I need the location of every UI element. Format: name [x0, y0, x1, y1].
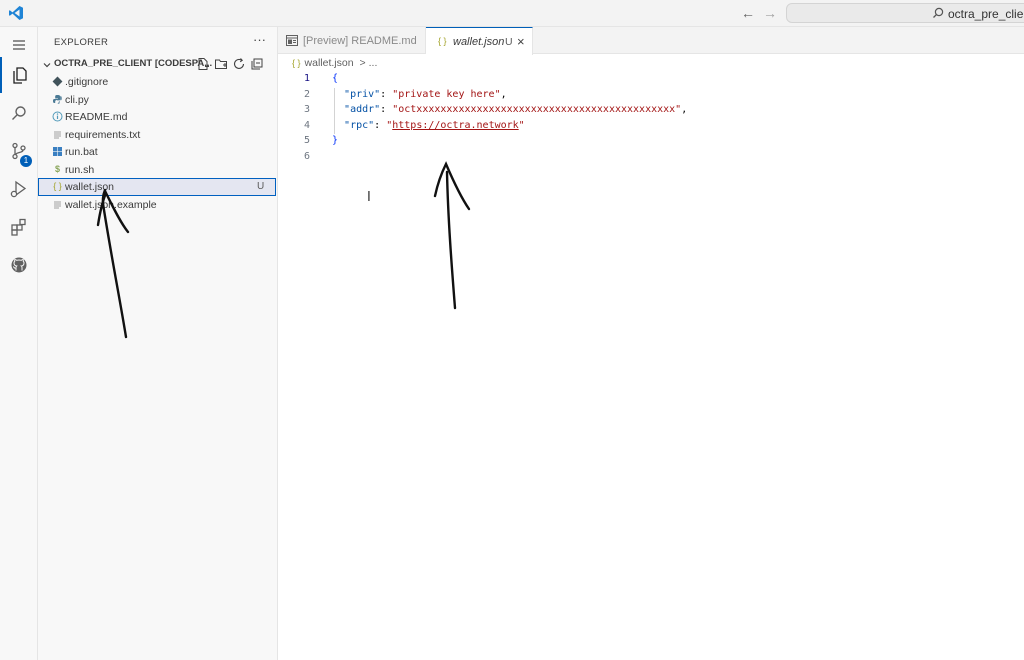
tab-untracked-badge: U	[505, 36, 513, 48]
text-cursor-icon: I	[367, 190, 371, 205]
tree-item-run-bat[interactable]: run.bat	[38, 143, 278, 161]
tree-item-run-sh[interactable]: $ run.sh	[38, 161, 278, 179]
chevron-down-icon[interactable]	[42, 59, 52, 69]
editor-tabs: [Preview] README.md { } wallet.json U ×	[278, 27, 1024, 55]
tab-wallet-json[interactable]: { } wallet.json U ×	[426, 27, 533, 55]
tree-item-wallet-json-example[interactable]: wallet.json.example	[38, 196, 278, 214]
tree-item-cli-py[interactable]: cli.py	[38, 91, 278, 109]
new-folder-icon[interactable]	[214, 57, 228, 71]
json-icon: { }	[292, 58, 301, 68]
windows-icon	[52, 146, 63, 157]
source-control-icon[interactable]: 1	[0, 133, 38, 169]
python-icon	[52, 94, 63, 105]
arrow-right-icon[interactable]: →	[763, 5, 777, 21]
explorer-title: EXPLORER	[54, 37, 109, 48]
explorer-sidebar: EXPLORER ··· OCTRA_PRE_CLIENT [CODESPA..…	[38, 27, 278, 660]
workspace-header[interactable]: OCTRA_PRE_CLIENT [CODESPA...	[38, 55, 278, 75]
arrow-left-icon[interactable]: ←	[741, 5, 755, 21]
source-control-badge: 1	[20, 155, 32, 167]
gitignore-icon	[52, 76, 63, 87]
command-center[interactable]: octra_pre_client [C	[786, 3, 1024, 23]
title-bar: ← → octra_pre_client [C	[0, 0, 1024, 27]
info-icon	[52, 111, 63, 122]
text-file-icon	[52, 129, 63, 140]
preview-icon	[286, 35, 298, 46]
code-editor[interactable]: 1 { 2 "priv": "private key here", 3 "add…	[278, 73, 1024, 166]
vscode-logo-icon[interactable]	[8, 5, 24, 21]
shell-icon: $	[54, 163, 60, 174]
new-file-icon[interactable]	[196, 57, 210, 71]
collapse-all-icon[interactable]	[250, 57, 264, 71]
search-icon	[931, 6, 945, 20]
file-tree: .gitignore cli.py README.md requirements…	[38, 73, 278, 213]
run-debug-icon[interactable]	[0, 171, 38, 207]
tree-item-wallet-json[interactable]: { } wallet.json U	[38, 178, 276, 196]
tab-readme-preview[interactable]: [Preview] README.md	[278, 27, 426, 54]
editor-area: [Preview] README.md { } wallet.json U × …	[278, 27, 1024, 660]
window-title: octra_pre_client [C	[948, 7, 1024, 21]
search-icon[interactable]	[0, 95, 38, 131]
tree-item-readme-md[interactable]: README.md	[38, 108, 278, 126]
more-actions-icon[interactable]: ···	[253, 32, 266, 47]
explorer-icon[interactable]	[0, 57, 38, 93]
json-icon: { }	[53, 181, 62, 191]
code-line: 5 }	[303, 135, 339, 146]
json-icon: { }	[438, 36, 447, 46]
untracked-status-badge: U	[257, 181, 265, 192]
activity-bar: 1	[0, 27, 38, 660]
refresh-icon[interactable]	[232, 57, 246, 71]
breadcrumb-separator: >	[359, 57, 366, 69]
close-icon[interactable]: ×	[517, 34, 525, 49]
tree-item-gitignore[interactable]: .gitignore	[38, 73, 278, 91]
code-line: 4 "rpc": "https://octra.network"	[303, 119, 525, 131]
breadcrumb[interactable]: { } wallet.json >...	[292, 57, 377, 71]
text-file-icon	[52, 199, 63, 210]
extensions-icon[interactable]	[0, 209, 38, 245]
tree-item-requirements-txt[interactable]: requirements.txt	[38, 126, 278, 144]
github-icon[interactable]	[0, 247, 38, 283]
workspace-name: OCTRA_PRE_CLIENT [CODESPA...	[54, 58, 213, 69]
code-line: 2 "priv": "private key here",	[303, 88, 507, 100]
code-line: 1 {	[303, 73, 339, 84]
indent-guide	[334, 88, 335, 134]
rpc-url-link[interactable]: https://octra.network	[392, 120, 518, 131]
code-line: 3 "addr": "octxxxxxxxxxxxxxxxxxxxxxxxxxx…	[303, 104, 688, 115]
code-line: 6	[303, 150, 310, 162]
